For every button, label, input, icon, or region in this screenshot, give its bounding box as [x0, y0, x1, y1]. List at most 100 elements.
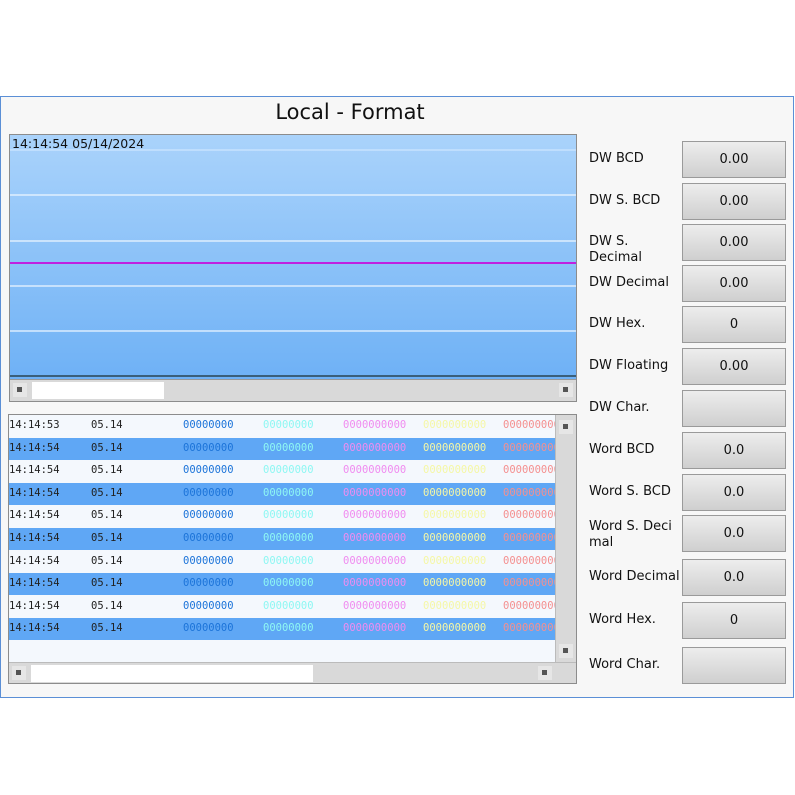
table-cell-v1: 00000000: [183, 419, 234, 431]
table-cell-v2: 00000000: [263, 441, 314, 454]
field-label: DW S. BCD: [589, 193, 661, 208]
table-row[interactable]: 14:14:54 05.14 00000000 00000000 0000000000 0…: [9, 618, 557, 641]
table-cell-v3: 0000000000: [343, 419, 407, 431]
field-value-display[interactable]: 0.00: [682, 141, 786, 178]
field-value-display[interactable]: 0.0: [682, 559, 786, 596]
field-value-display[interactable]: 0.00: [682, 183, 786, 220]
table-cell-v1: 00000000: [183, 509, 234, 522]
field-value-display[interactable]: 0: [682, 602, 786, 639]
table-cell-time: 14:14:54: [9, 486, 60, 499]
field-label: DW Floating: [589, 358, 669, 373]
table-cell-time: 14:14:54: [9, 554, 60, 567]
field-value-display[interactable]: [682, 390, 786, 427]
field-value-display[interactable]: 0: [682, 306, 786, 343]
field-label: DW S. Decimal: [589, 234, 643, 265]
table-vertical-scrollbar[interactable]: [555, 415, 576, 665]
table-cell-v4: 0000000000: [423, 622, 487, 635]
field-label: DW BCD: [589, 151, 644, 166]
table-cell-v5: 0000000000: [503, 486, 557, 499]
table-row[interactable]: 14:14:54 05.14 00000000 00000000 0000000000 0…: [9, 528, 557, 550]
history-data-table: 14:14:54 05.14 00000000 00000000 0000000000 0…: [8, 414, 577, 684]
table-cell-date: 05.14: [91, 599, 123, 612]
table-cell-v2: 00000000: [263, 464, 314, 477]
field-value-display[interactable]: [682, 647, 786, 684]
table-row[interactable]: 14:14:54 05.14 00000000 00000000 0000000000 0…: [9, 505, 557, 528]
table-row[interactable]: 14:14:54 05.14 00000000 00000000 0000000000 0…: [9, 573, 557, 596]
table-cell-v4: 0000000000: [423, 486, 487, 499]
table-row[interactable]: 14:14:53 05.14 00000000 00000000 0000000000 0…: [9, 415, 557, 437]
table-cell-date: 05.14: [91, 464, 123, 477]
scroll-left-button[interactable]: [13, 383, 27, 397]
table-cell-v5: 0000000000: [503, 622, 557, 635]
field-value-display[interactable]: 0.0: [682, 474, 786, 511]
field-value-display[interactable]: 0.0: [682, 432, 786, 469]
table-cell-time: 14:14:54: [9, 441, 60, 454]
table-cell-v4: 0000000000: [423, 441, 487, 454]
trend-grid: [10, 149, 576, 377]
table-cell-date: 05.14: [91, 554, 123, 567]
table-cell-time: 14:14:54: [9, 532, 60, 544]
field-value-display[interactable]: 0.00: [682, 265, 786, 302]
table-cell-v1: 00000000: [183, 599, 234, 612]
field-value-display[interactable]: 0.00: [682, 224, 786, 261]
field-value-display[interactable]: 0.00: [682, 348, 786, 385]
table-horizontal-scrollbar[interactable]: [9, 662, 576, 683]
table-cell-v3: 0000000000: [343, 464, 407, 477]
table-cell-time: 14:14:54: [9, 622, 60, 635]
scroll-thumb[interactable]: [32, 382, 164, 399]
field-label: Word S. BCD: [589, 484, 671, 499]
scroll-down-button[interactable]: [559, 644, 573, 658]
table-cell-v3: 0000000000: [343, 486, 407, 499]
table-cell-v4: 0000000000: [423, 419, 487, 431]
scroll-thumb[interactable]: [31, 665, 313, 682]
table-cell-v4: 0000000000: [423, 509, 487, 522]
field-label: Word S. Decimal: [589, 519, 672, 550]
trend-horizontal-scrollbar[interactable]: [10, 379, 576, 401]
table-cell-v1: 00000000: [183, 532, 234, 544]
field-label: DW Decimal: [589, 275, 670, 290]
table-cell-date: 05.14: [91, 532, 123, 544]
table-cell-v3: 0000000000: [343, 622, 407, 635]
table-cell-v1: 00000000: [183, 577, 234, 590]
field-label: DW Hex.: [589, 316, 646, 331]
table-cell-v5: 0000000000: [503, 599, 557, 612]
page-title: Local - Format: [275, 100, 425, 124]
table-cell-v5: 0000000000: [503, 509, 557, 522]
table-row[interactable]: 14:14:54 05.14 00000000 00000000 0000000000 0…: [9, 595, 557, 618]
table-row[interactable]: 14:14:54 05.14 00000000 00000000 0000000000 0…: [9, 437, 557, 460]
table-cell-v2: 00000000: [263, 577, 314, 590]
table-cell-v2: 00000000: [263, 419, 314, 431]
field-label: Word Char.: [589, 657, 661, 672]
table-cell-v1: 00000000: [183, 464, 234, 477]
table-cell-v4: 0000000000: [423, 554, 487, 567]
table-cell-v5: 0000000000: [503, 419, 557, 431]
table-cell-v4: 0000000000: [423, 532, 487, 544]
table-row[interactable]: 14:14:54 05.14 00000000 00000000 0000000000 0…: [9, 550, 557, 573]
table-cell-time: 14:14:54: [9, 599, 60, 612]
table-cell-v2: 00000000: [263, 599, 314, 612]
table-cell-v1: 00000000: [183, 622, 234, 635]
scroll-right-button[interactable]: [538, 666, 552, 680]
table-row[interactable]: 14:14:54 05.14 00000000 00000000 0000000000 0…: [9, 460, 557, 483]
field-label: Word Decimal: [589, 569, 680, 584]
table-cell-v5: 0000000000: [503, 464, 557, 477]
field-label: Word Hex.: [589, 612, 656, 627]
table-cell-date: 05.14: [91, 509, 123, 522]
scroll-up-button[interactable]: [559, 420, 573, 434]
table-cell-time: 14:14:54: [9, 577, 60, 590]
table-cell-v5: 0000000000: [503, 554, 557, 567]
table-cell-v2: 00000000: [263, 509, 314, 522]
field-value-display[interactable]: 0.0: [682, 515, 786, 552]
field-label: Word BCD: [589, 442, 655, 457]
table-cell-date: 05.14: [91, 486, 123, 499]
trend-display: 14:14:54 05/14/2024: [9, 134, 577, 402]
table-row[interactable]: 14:14:54 05.14 00000000 00 000000 0000 000000 0…: [9, 482, 557, 505]
table-cell-v5: 0000000000: [503, 441, 557, 454]
table-cell-date: 05.14: [91, 577, 123, 590]
table-cell-v1: 00000000: [183, 441, 234, 454]
scroll-right-button[interactable]: [559, 383, 573, 397]
table-cell-v5: 0000000000: [503, 577, 557, 590]
scroll-left-button[interactable]: [12, 666, 26, 680]
table-cell-v4: 0000000000: [423, 577, 487, 590]
table-cell-time: 14:14:54: [9, 509, 60, 522]
